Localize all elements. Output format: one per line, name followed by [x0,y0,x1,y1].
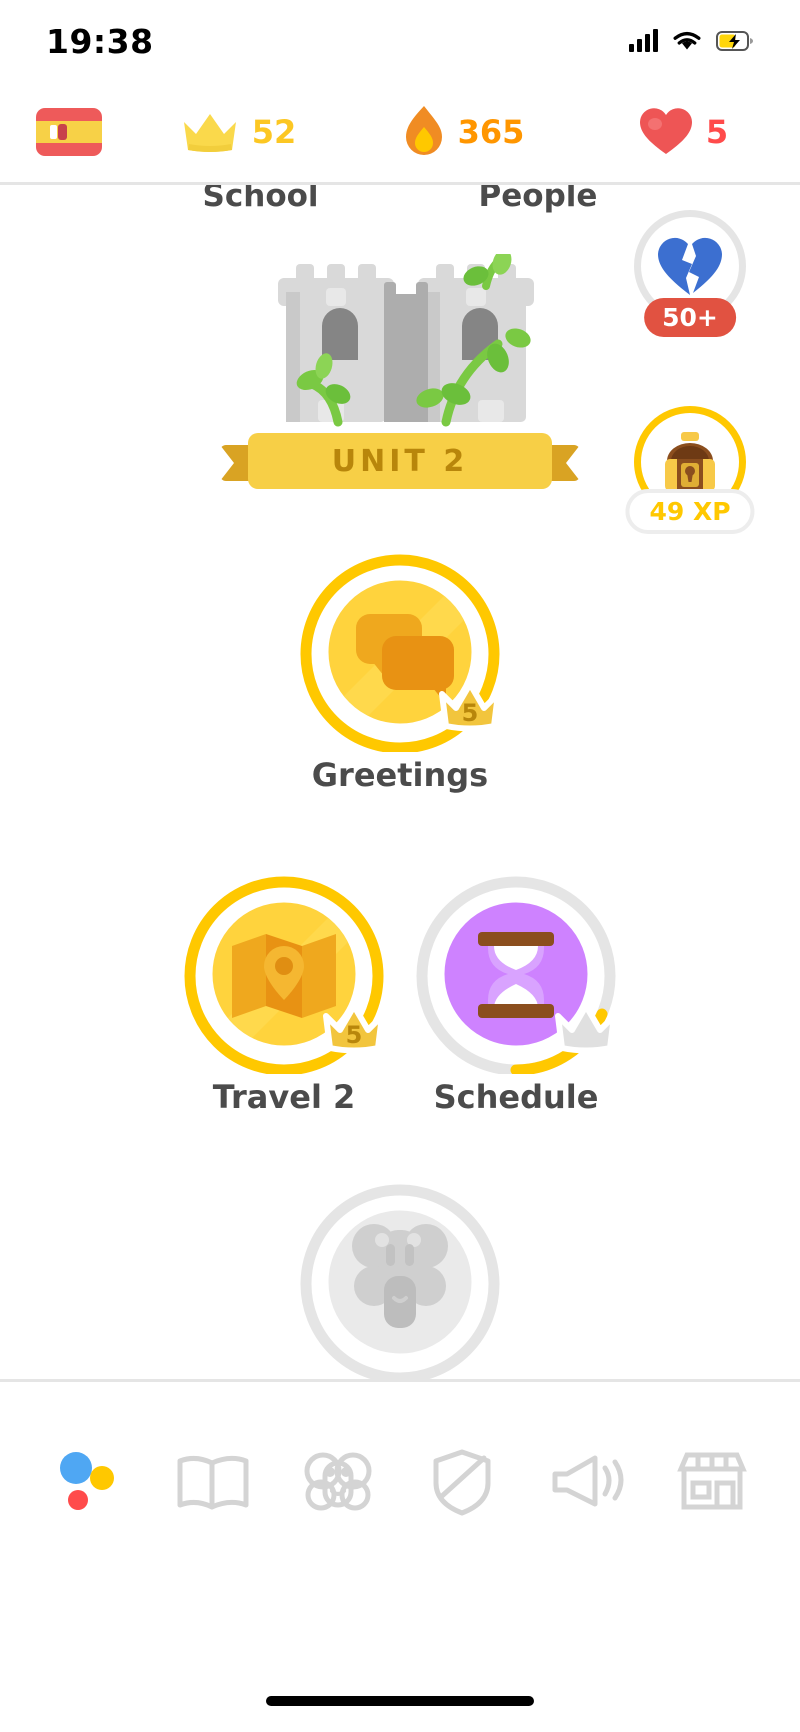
crown-counter[interactable]: 52 [128,108,348,156]
castle-icon [250,249,550,439]
bottom-navigation [0,1379,800,1732]
streak-counter[interactable]: 365 [348,105,578,159]
node-row-greetings: 5 Greetings [0,552,800,794]
cellular-signal-icon [629,29,658,52]
lesson-schedule[interactable]: Schedule [416,874,617,1116]
streak-repair-button[interactable]: 50+ [634,210,746,337]
unit-banner-label: UNIT 2 [331,443,469,479]
heart-icon [639,108,692,154]
treasure-chest-icon [665,432,715,491]
course-flag-button[interactable] [0,108,128,156]
learning-path[interactable]: School People UNIT 2 50+ 49 XP 5 Greetin… [0,182,800,1379]
lesson-locked[interactable] [300,1182,500,1379]
bottom-nav-row [0,1382,800,1582]
duolingo-dots-icon [60,1452,115,1510]
lesson-greetings-label: Greetings [311,756,489,794]
crown-level-value: 5 [461,699,479,727]
home-indicator [266,1696,534,1706]
lesson-greetings-circle[interactable]: 5 [300,552,501,754]
status-bar: 19:38 [0,0,800,82]
lesson-travel-2-label: Travel 2 [212,1078,356,1116]
tab-people[interactable]: People [479,182,598,214]
book-icon [177,1455,249,1510]
crown-level-badge: 5 [320,998,388,1056]
wifi-icon [673,31,701,50]
duo-head-icon [304,1452,372,1511]
unit-banner[interactable]: UNIT 2 [220,433,580,493]
tab-school[interactable]: School [203,182,319,214]
crown-icon [183,114,236,152]
flame-icon [405,106,442,155]
node-row-locked [0,1182,800,1379]
top-stats-bar: 52 365 5 [0,82,800,182]
banner-body: UNIT 2 [248,433,552,489]
lesson-travel-2[interactable]: 5 Travel 2 [184,874,385,1116]
crown-value: 52 [251,113,297,151]
nav-practice[interactable] [163,1437,263,1527]
streak-value: 365 [457,113,525,151]
topbar-divider [0,182,800,185]
lesson-travel-2-circle[interactable]: 5 [184,874,385,1076]
nav-shop[interactable] [662,1437,762,1527]
nav-leagues[interactable] [412,1437,512,1527]
lesson-schedule-circle[interactable] [416,874,617,1076]
nav-characters[interactable] [288,1437,388,1527]
streak-repair-badge: 50+ [644,298,736,337]
shield-icon [433,1449,491,1516]
lesson-greetings[interactable]: 5 Greetings [300,552,501,794]
nav-quests[interactable] [537,1437,637,1527]
crown-level-badge-locked [552,998,620,1056]
battery-charging-icon [716,31,753,51]
megaphone-icon [552,1455,624,1507]
lesson-schedule-label: Schedule [433,1078,599,1116]
broken-heart-icon [658,237,722,295]
nav-learn[interactable] [38,1437,138,1527]
treasure-chest-button[interactable]: 49 XP [625,406,755,534]
treasure-chest-xp-badge: 49 XP [625,489,755,534]
right-rail: 50+ 49 XP [590,210,790,534]
lesson-locked-circle[interactable] [300,1182,500,1379]
shop-icon [676,1452,747,1510]
crown-level-badge: 5 [436,676,504,734]
node-row-pair: 5 Travel 2 Schedule [0,874,800,1116]
spanish-flag-icon [36,108,102,156]
status-time: 19:38 [46,21,154,61]
hearts-value: 5 [705,113,729,151]
status-icons [629,29,754,52]
crown-level-value: 5 [345,1021,363,1049]
duolingo-learn-screen: 19:38 52 365 5 School People UNIT 2 50+ … [0,0,800,1732]
hearts-counter[interactable]: 5 [578,107,788,157]
